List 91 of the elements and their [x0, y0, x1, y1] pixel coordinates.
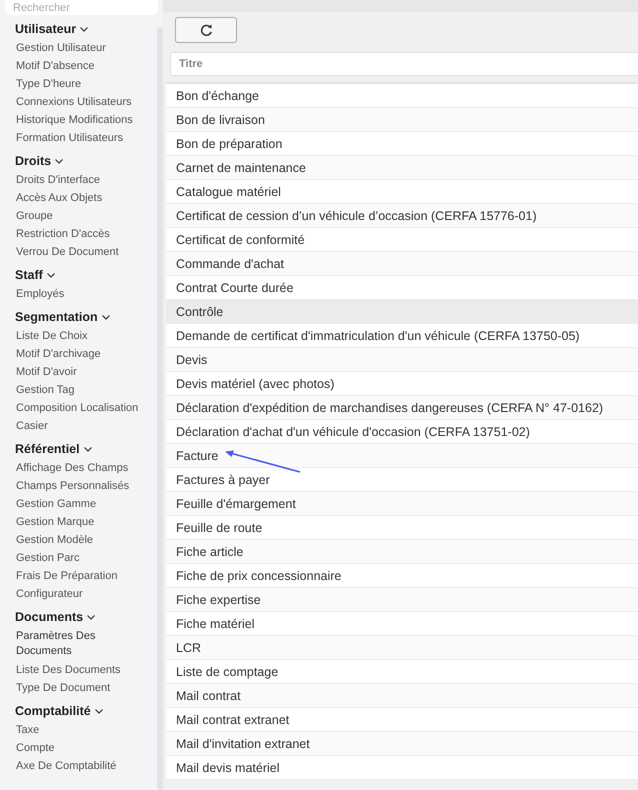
title-filter-field[interactable]: Titre — [170, 52, 638, 76]
nav-item[interactable]: Compte — [0, 739, 157, 757]
section-header[interactable]: Documents — [0, 607, 157, 627]
chevron-icon — [79, 24, 90, 34]
nav-item[interactable]: Type D'heure — [0, 75, 157, 93]
table-cell: Facture — [176, 448, 218, 462]
table-row[interactable]: Certificat de cession d’un véhicule d’occasion (CERFA 15776-01) — [166, 204, 638, 228]
table-cell: Bon d'échange — [176, 88, 260, 102]
table-cell: Commande d'achat — [176, 256, 284, 270]
nav-item[interactable]: Restriction D'accès — [0, 225, 157, 243]
table-cell: Déclaration d'expédition de marchandises dangereuses (CERFA N° 47-0162) — [176, 400, 604, 414]
table-cell: Bon de livraison — [176, 112, 265, 126]
nav-item[interactable]: Formation Utilisateurs — [0, 129, 157, 147]
table-row[interactable]: Facture — [166, 444, 638, 468]
nav-item[interactable]: Gestion Marque — [0, 513, 157, 531]
nav-item[interactable]: Droits D'interface — [0, 171, 157, 189]
nav-item[interactable]: Gestion Modèle — [0, 531, 157, 549]
nav-item[interactable]: Composition Localisation Casier — [0, 399, 157, 435]
section-header[interactable]: Segmentation — [0, 307, 157, 327]
nav-item[interactable]: Liste De Choix — [0, 327, 157, 345]
nav-item[interactable]: Liste Des Documents — [0, 661, 157, 679]
table-row[interactable]: Contrôle — [166, 300, 638, 324]
table-cell: Devis — [176, 352, 208, 366]
table-cell: Fiche de prix concessionnaire — [176, 568, 342, 582]
table-row[interactable]: Bon de livraison — [166, 108, 638, 132]
table-row[interactable]: Carnet de maintenance — [166, 156, 638, 180]
table-cell: Liste de comptage — [176, 664, 278, 678]
table-row[interactable]: LCR — [166, 636, 638, 660]
table-row[interactable]: Devis — [166, 348, 638, 372]
table-cell: Déclaration d'achat d'un véhicule d'occasion (CERFA 13751-02) — [176, 424, 530, 438]
table-cell: Contrat Courte durée — [176, 280, 294, 294]
nav-item[interactable]: Motif D'archivage — [0, 345, 157, 363]
table-row[interactable]: Mail contrat — [166, 684, 638, 708]
table-cell: LCR — [176, 640, 202, 654]
table-cell: Factures à payer — [176, 472, 270, 486]
chevron-icon — [94, 706, 104, 716]
table-cell: Carnet de maintenance — [176, 160, 306, 174]
nav-item[interactable]: Type De Document — [0, 679, 157, 697]
table-cell: Certificat de conformité — [176, 232, 305, 246]
table-row[interactable]: Fiche expertise — [166, 588, 638, 612]
nav-item[interactable]: Accès Aux Objets — [0, 189, 157, 207]
table-cell: Certificat de cession d’un véhicule d’occasion (CERFA 15776-01) — [176, 208, 537, 222]
table-cell: Fiche article — [176, 544, 244, 558]
table-cell: Feuille d'émargement — [176, 496, 296, 510]
nav-item[interactable]: Employés — [0, 285, 157, 303]
nav-item[interactable]: Gestion Tag — [0, 381, 157, 399]
table-cell: Mail devis matériel — [176, 760, 280, 774]
section-header[interactable]: Droits — [0, 151, 157, 171]
nav-item[interactable]: Champs Personnalisés — [0, 477, 157, 495]
table-cell: Fiche expertise — [176, 592, 261, 606]
nav-item[interactable]: Connexions Utilisateurs — [0, 93, 157, 111]
table-row[interactable]: Fiche article — [166, 540, 638, 564]
refresh-icon — [198, 22, 214, 38]
table-cell: Mail contrat extranet — [176, 712, 290, 726]
nav-item[interactable]: Historique Modifications — [0, 111, 157, 129]
chevron-icon — [86, 612, 96, 622]
section-header[interactable]: Staff — [0, 265, 157, 285]
table-cell: Fiche matériel — [176, 616, 254, 630]
section-header[interactable]: Référentiel — [0, 439, 157, 459]
table-row[interactable]: Feuille d'émargement — [166, 492, 638, 516]
chevron-icon — [100, 312, 111, 322]
nav-item[interactable]: Groupe — [0, 207, 157, 225]
table-cell: Bon de préparation — [176, 136, 282, 150]
table-cell: Devis matériel (avec photos) — [176, 376, 334, 390]
table-cell: Mail contrat — [176, 688, 241, 702]
table-row[interactable]: Commande d'achat — [166, 252, 638, 276]
table-cell: Catalogue matériel — [176, 184, 281, 198]
search-field[interactable]: Rechercher — [5, 0, 158, 15]
nav-item[interactable]: Axe De Comptabilité — [0, 757, 157, 775]
nav-item[interactable]: Motif D'avoir — [0, 363, 157, 381]
nav-item[interactable]: Affichage Des Champs — [0, 459, 157, 477]
table-row[interactable]: Déclaration d'expédition de marchandises dangereuses (CERFA N° 47-0162) — [166, 396, 638, 420]
table-cell: Mail d'invitation extranet — [176, 736, 310, 750]
nav-item[interactable]: Gestion Utilisateur — [0, 39, 157, 57]
nav-item[interactable]: Motif D'absence — [0, 57, 157, 75]
section-header[interactable]: Comptabilité — [0, 701, 157, 721]
nav-item[interactable]: Verrou De Document — [0, 243, 157, 261]
chevron-icon — [82, 444, 93, 454]
nav-item[interactable]: Frais De Préparation — [0, 567, 157, 585]
chevron-icon — [54, 156, 64, 166]
chevron-icon — [46, 270, 56, 280]
table-cell: Demande de certificat d'immatriculation d'un véhicule (CERFA 13750-05) — [176, 328, 580, 342]
nav-item[interactable]: Gestion Parc — [0, 549, 157, 567]
table-cell: Contrôle — [176, 304, 224, 318]
nav-item[interactable]: Taxe — [0, 721, 157, 739]
refresh-button[interactable] — [175, 17, 237, 43]
section-header[interactable]: Utilisateur — [0, 19, 157, 39]
nav-item[interactable]: Configurateur — [0, 585, 157, 603]
nav-item[interactable]: Gestion Gamme — [0, 495, 157, 513]
table-row[interactable]: Mail d'invitation extranet — [166, 732, 638, 756]
table-cell: Feuille de route — [176, 520, 262, 534]
